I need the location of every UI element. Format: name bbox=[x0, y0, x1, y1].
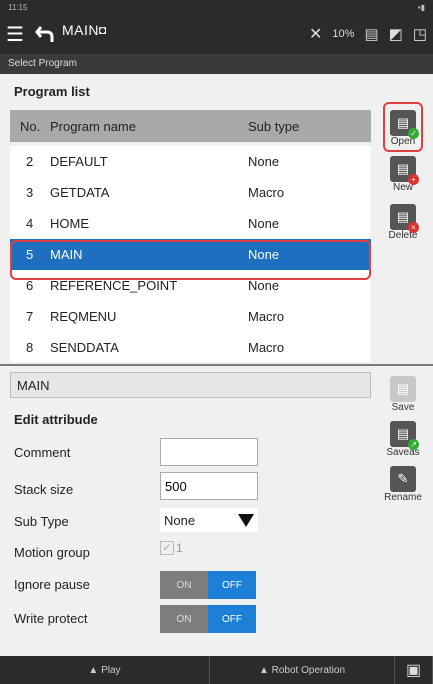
stack-size-label: Stack size bbox=[14, 482, 74, 497]
rename-icon: ✎ bbox=[390, 466, 416, 492]
row-no: 5 bbox=[26, 247, 34, 262]
back-icon[interactable] bbox=[30, 19, 60, 49]
bottom-bar: ▲ Play ▲ Robot Operation ▣ bbox=[0, 656, 433, 684]
row-no: 6 bbox=[26, 278, 34, 293]
dropdown-arrow-icon bbox=[238, 513, 254, 527]
row-no: 4 bbox=[26, 216, 34, 231]
tool-icon[interactable]: ✕ bbox=[309, 24, 322, 44]
toggle-off[interactable]: OFF bbox=[208, 605, 256, 633]
row-type: None bbox=[248, 247, 280, 262]
row-name: REQMENU bbox=[50, 309, 117, 324]
stack-size-input[interactable] bbox=[160, 472, 258, 500]
new-file-icon: ▤ + bbox=[390, 156, 419, 185]
teach-icon[interactable]: ◩ bbox=[389, 25, 403, 43]
program-list[interactable]: 2 DEFAULT None 3 GETDATA Macro 4 HOME No… bbox=[10, 146, 371, 362]
table-row[interactable]: 4 HOME None bbox=[10, 208, 371, 239]
toggle-off[interactable]: OFF bbox=[208, 571, 256, 599]
row-type: Macro bbox=[248, 340, 285, 355]
toggle-on[interactable]: ON bbox=[160, 605, 208, 633]
comment-input[interactable] bbox=[160, 438, 258, 466]
column-header-name[interactable]: Program name bbox=[50, 119, 248, 134]
column-header-type[interactable]: Sub type bbox=[248, 119, 368, 134]
row-type: None bbox=[248, 154, 280, 169]
program-list-title: Program list bbox=[14, 84, 90, 99]
motion-group-checkbox[interactable]: ✓ 1 bbox=[160, 541, 183, 555]
page-title: MAIN bbox=[62, 22, 99, 38]
panel-divider[interactable] bbox=[0, 364, 433, 366]
save-label: Save bbox=[391, 402, 415, 413]
screen-subtitle: Select Program bbox=[0, 54, 433, 74]
row-no: 2 bbox=[26, 154, 34, 169]
override-percent[interactable]: 10% bbox=[332, 28, 354, 40]
table-row[interactable]: 2 DEFAULT None bbox=[10, 146, 371, 177]
page-icon[interactable]: ◳ bbox=[413, 25, 427, 43]
table-row[interactable]: 7 REQMENU Macro bbox=[10, 301, 371, 332]
x-badge-icon: × bbox=[408, 222, 419, 233]
row-type: Macro bbox=[248, 185, 285, 200]
checkmark-icon: ✓ bbox=[160, 541, 174, 555]
delete-file-icon: ▤ × bbox=[390, 204, 419, 233]
ignore-pause-label: Ignore pause bbox=[14, 577, 90, 592]
robot-operation-button[interactable]: ▲ Robot Operation bbox=[210, 656, 395, 684]
sub-type-label: Sub Type bbox=[14, 514, 69, 529]
status-bar: 11:15 ▪▮ bbox=[0, 0, 433, 14]
delete-button[interactable]: ▤ × Delete bbox=[383, 204, 423, 241]
row-type: None bbox=[248, 216, 280, 231]
save-file-icon: ▤ bbox=[390, 376, 416, 402]
table-row[interactable]: 8 SENDDATA Macro bbox=[10, 332, 371, 362]
row-name: HOME bbox=[50, 216, 89, 231]
rename-label: Rename bbox=[384, 492, 422, 503]
row-type: None bbox=[248, 278, 280, 293]
menu-icon[interactable]: ☰ bbox=[0, 19, 30, 49]
saveas-label: Saveas bbox=[386, 447, 420, 458]
rename-button[interactable]: ✎ Rename bbox=[380, 466, 426, 503]
edit-attribute-title: Edit attribude bbox=[14, 412, 98, 427]
status-time: 11:15 bbox=[8, 2, 28, 12]
motion-group-value: 1 bbox=[176, 541, 183, 555]
row-no: 3 bbox=[26, 185, 34, 200]
plus-badge-icon: + bbox=[408, 174, 419, 185]
table-row-selected[interactable]: 5 MAIN None bbox=[10, 239, 371, 270]
write-protect-label: Write protect bbox=[14, 611, 88, 626]
sub-type-value: None bbox=[164, 512, 196, 528]
column-header-no[interactable]: No. bbox=[10, 119, 50, 134]
row-name: SENDDATA bbox=[50, 340, 119, 355]
row-no: 8 bbox=[26, 340, 34, 355]
program-list-header: No. Program name Sub type bbox=[10, 110, 371, 142]
row-type: Macro bbox=[248, 309, 285, 324]
new-button[interactable]: ▤ + New bbox=[383, 156, 423, 193]
table-row[interactable]: 3 GETDATA Macro bbox=[10, 177, 371, 208]
saveas-button[interactable]: ▤ ↗ Saveas bbox=[380, 421, 426, 458]
row-name: DEFAULT bbox=[50, 154, 108, 169]
toggle-on[interactable]: ON bbox=[160, 571, 208, 599]
row-name: MAIN bbox=[50, 247, 83, 262]
row-name: REFERENCE_POINT bbox=[50, 278, 178, 293]
save-button[interactable]: ▤ Save bbox=[383, 376, 423, 413]
table-row[interactable]: 6 REFERENCE_POINT None bbox=[10, 270, 371, 301]
program-name-display: MAIN bbox=[10, 372, 371, 398]
save-disk-icon[interactable]: ▣ bbox=[395, 656, 433, 684]
auto-mode-icon[interactable]: ▤ bbox=[364, 25, 378, 43]
sub-type-select[interactable]: None bbox=[160, 508, 258, 532]
comment-label: Comment bbox=[14, 445, 71, 460]
battery-icon: ▪▮ bbox=[417, 2, 425, 12]
row-no: 7 bbox=[26, 309, 34, 324]
edit-marker-icon: ◘ bbox=[99, 23, 107, 37]
ignore-pause-toggle[interactable]: ON OFF bbox=[160, 571, 256, 599]
arrow-badge-icon: ↗ bbox=[408, 439, 419, 450]
row-name: GETDATA bbox=[50, 185, 110, 200]
play-button[interactable]: ▲ Play bbox=[0, 656, 210, 684]
write-protect-toggle[interactable]: ON OFF bbox=[160, 605, 256, 633]
open-button-highlight bbox=[383, 102, 423, 152]
title-bar: ☰ MAIN ◘ ✕ 10% ▤ ◩ ◳ bbox=[0, 14, 433, 54]
motion-group-label: Motion group bbox=[14, 545, 90, 560]
saveas-file-icon: ▤ ↗ bbox=[390, 421, 419, 450]
